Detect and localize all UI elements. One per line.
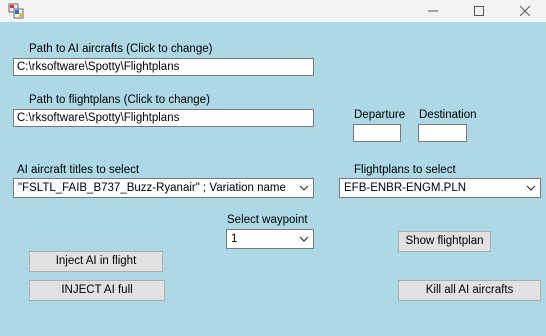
- title-bar[interactable]: [0, 0, 546, 22]
- waypoint-select[interactable]: 1: [226, 229, 314, 249]
- destination-field[interactable]: [418, 124, 467, 142]
- departure-label: Departure: [354, 109, 406, 121]
- flightplans-label: Flightplans to select: [354, 164, 456, 176]
- flightplan-path-label[interactable]: Path to flightplans (Click to change): [29, 93, 210, 107]
- waypoint-selected: 1: [231, 233, 238, 245]
- minimize-icon: [428, 10, 438, 12]
- waypoint-label: Select waypoint: [227, 214, 308, 226]
- ai-path-field[interactable]: C:\rksoftware\Spotty\Flightplans: [13, 58, 314, 76]
- inject-in-flight-button[interactable]: Inject AI in flight: [29, 251, 163, 272]
- application-icon[interactable]: [8, 3, 24, 19]
- show-flightplan-button[interactable]: Show flightplan: [398, 231, 491, 252]
- aircraft-titles-label: AI aircraft titles to select: [17, 164, 140, 176]
- kill-all-button[interactable]: Kill all AI aircrafts: [398, 280, 541, 301]
- close-button[interactable]: [502, 0, 546, 22]
- departure-field[interactable]: [353, 124, 401, 142]
- flightplan-select[interactable]: EFB-ENBR-ENGM.PLN: [339, 178, 541, 198]
- maximize-icon: [474, 6, 484, 16]
- close-icon: [519, 5, 531, 17]
- chevron-down-icon[interactable]: [522, 179, 540, 197]
- ai-path-label[interactable]: Path to AI aircrafts (Click to change): [29, 42, 212, 56]
- destination-label: Destination: [419, 109, 477, 121]
- main-panel: Path to AI aircrafts (Click to change) C…: [0, 22, 546, 336]
- minimize-button[interactable]: [410, 0, 456, 22]
- flightplan-path-field[interactable]: C:\rksoftware\Spotty\Flightplans: [13, 109, 314, 127]
- aircraft-title-select[interactable]: "FSLTL_FAIB_B737_Buzz-Ryanair" ; Variati…: [13, 178, 314, 198]
- flightplan-selected: EFB-ENBR-ENGM.PLN: [344, 182, 467, 194]
- inject-full-button[interactable]: INJECT AI full: [29, 280, 165, 301]
- chevron-down-icon[interactable]: [295, 230, 313, 248]
- chevron-down-icon[interactable]: [295, 179, 313, 197]
- maximize-button[interactable]: [456, 0, 502, 22]
- aircraft-title-selected: "FSLTL_FAIB_B737_Buzz-Ryanair" ; Variati…: [18, 182, 286, 194]
